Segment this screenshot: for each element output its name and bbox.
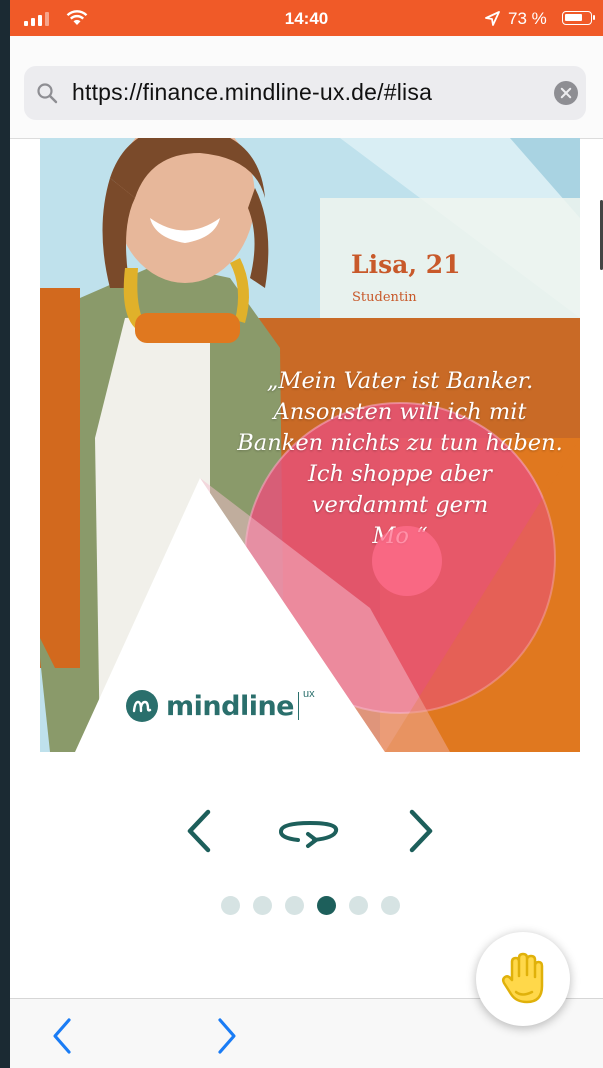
person-name: Lisa, 21 <box>351 250 461 279</box>
chevron-left-icon[interactable] <box>182 808 216 854</box>
clear-icon[interactable] <box>554 81 578 105</box>
hand-icon <box>501 952 544 1004</box>
battery-percent: 73 % <box>508 9 547 28</box>
quote-line: verdammt gern <box>311 492 489 518</box>
rotate-icon[interactable] <box>274 812 346 852</box>
pagination-dot[interactable] <box>253 896 272 915</box>
pagination-dot[interactable] <box>317 896 336 915</box>
phone-screen: 14:40 73 % https://finance.mindline-ux.d… <box>10 0 603 1068</box>
status-bar: 14:40 73 % <box>10 0 603 36</box>
touch-indicator <box>372 526 442 596</box>
brand-separator <box>297 692 299 720</box>
pagination-dot[interactable] <box>349 896 368 915</box>
battery-icon <box>562 11 595 25</box>
brand-name: mindline <box>166 690 294 722</box>
brand-suffix: ux <box>302 688 315 700</box>
pagination-dot[interactable] <box>285 896 304 915</box>
logo-mark-icon <box>126 690 158 722</box>
profile-card: Lisa, 21 Studentin „Mein Vater ist Banke… <box>40 138 580 752</box>
quote-line: Ich shoppe aber <box>308 461 492 487</box>
browser-address-area: https://finance.mindline-ux.de/#lisa <box>10 36 603 139</box>
quote-line: Banken nichts zu tun haben. <box>237 430 563 456</box>
back-icon[interactable] <box>50 1017 74 1055</box>
gesture-help-button[interactable] <box>476 932 570 1026</box>
location-arrow-icon <box>485 11 500 26</box>
pagination-dot[interactable] <box>381 896 400 915</box>
person-role: Studentin <box>352 290 417 305</box>
quote-line: Ansonsten will ich mit <box>273 399 527 425</box>
address-bar[interactable]: https://finance.mindline-ux.de/#lisa <box>24 66 586 120</box>
search-icon <box>37 83 58 104</box>
forward-icon[interactable] <box>215 1017 239 1055</box>
carousel-pagination <box>221 896 400 915</box>
brand-logo: mindline ux <box>126 688 315 722</box>
quote-text: „Mein Vater ist Banker. Ansonsten will i… <box>210 366 580 552</box>
chevron-right-icon[interactable] <box>404 808 438 854</box>
pagination-dot[interactable] <box>221 896 240 915</box>
url-text[interactable]: https://finance.mindline-ux.de/#lisa <box>72 79 432 106</box>
quote-line: „Mein Vater ist Banker. <box>266 368 534 394</box>
